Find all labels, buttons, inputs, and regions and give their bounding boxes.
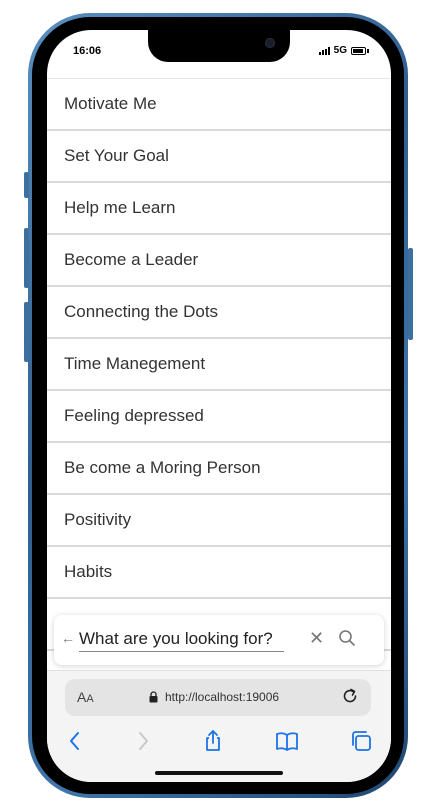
phone-screen: 16:06 5G Motivate Me Set Your Goal Help … (47, 30, 391, 782)
topic-list: Motivate Me Set Your Goal Help me Learn … (47, 78, 391, 651)
back-icon[interactable] (63, 729, 87, 753)
volume-up-button (24, 228, 29, 288)
reload-icon[interactable] (341, 687, 359, 705)
notch (148, 30, 290, 62)
tabs-icon[interactable] (349, 729, 373, 753)
silent-switch (24, 172, 29, 198)
browser-toolbar (47, 729, 391, 755)
list-item-become-a-leader[interactable]: Become a Leader (47, 235, 391, 287)
search-bar: ← ✕ (54, 615, 384, 665)
list-item-set-your-goal[interactable]: Set Your Goal (47, 131, 391, 183)
network-label: 5G (333, 45, 347, 56)
list-item-habits[interactable]: Habits (47, 547, 391, 599)
text-size-button[interactable]: AA (77, 689, 94, 705)
clear-icon[interactable]: ✕ (309, 628, 324, 649)
list-item-motivate-me[interactable]: Motivate Me (47, 79, 391, 131)
search-icon[interactable] (338, 629, 356, 647)
home-indicator[interactable] (155, 771, 283, 775)
url-text: http://localhost:19006 (165, 690, 280, 704)
list-item-positivity[interactable]: Positivity (47, 495, 391, 547)
bookmarks-icon[interactable] (275, 729, 299, 753)
list-item-morning-person[interactable]: Be come a Moring Person (47, 443, 391, 495)
search-input[interactable] (79, 627, 284, 652)
browser-bottom-bar: AA http://localhost:19006 (47, 670, 391, 782)
battery-tip-icon (367, 48, 369, 53)
lock-icon (149, 691, 158, 703)
back-arrow-icon[interactable]: ← (61, 630, 75, 646)
battery-icon (351, 46, 366, 55)
status-indicators: 5G (318, 45, 369, 56)
address-bar[interactable]: AA http://localhost:19006 (65, 679, 371, 716)
status-time: 16:06 (73, 45, 102, 57)
power-button (408, 248, 413, 340)
list-item-time-management[interactable]: Time Manegement (47, 339, 391, 391)
list-item-help-me-learn[interactable]: Help me Learn (47, 183, 391, 235)
camera-icon (265, 38, 275, 48)
forward-icon[interactable] (131, 729, 155, 753)
list-item-feeling-depressed[interactable]: Feeling depressed (47, 391, 391, 443)
volume-down-button (24, 302, 29, 362)
list-item-connecting-the-dots[interactable]: Connecting the Dots (47, 287, 391, 339)
share-icon[interactable] (201, 729, 225, 753)
signal-icon (318, 46, 330, 55)
